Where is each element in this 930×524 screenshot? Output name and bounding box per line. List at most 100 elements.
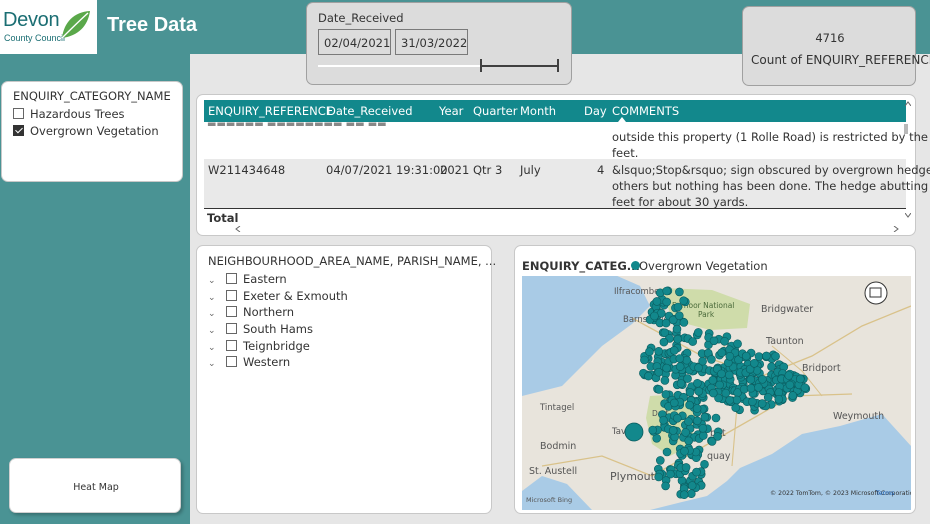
enquiry-dot[interactable] [679, 490, 689, 499]
column-header-date-received[interactable]: Date_Received [327, 104, 413, 118]
slider-end-handle[interactable] [557, 59, 559, 72]
enquiry-dot[interactable] [684, 436, 693, 446]
map-canvas[interactable]: Ilfracombe Exmoor National Park Barnstap… [522, 276, 911, 510]
scroll-down-icon[interactable] [905, 213, 911, 218]
enquiry-dot[interactable] [694, 363, 703, 372]
enquiry-dot[interactable] [774, 395, 784, 404]
enquiry-dot[interactable] [694, 387, 704, 396]
enquiry-dot[interactable] [717, 348, 726, 357]
checkbox-unchecked-icon[interactable] [226, 323, 237, 334]
enquiry-dot[interactable] [763, 393, 773, 402]
enquiry-dot[interactable] [666, 469, 675, 479]
enquiry-dot[interactable] [694, 328, 703, 337]
area-option-northern[interactable]: ⌄ Northern [208, 305, 294, 319]
enquiry-dot[interactable] [699, 431, 708, 440]
enquiry-dot[interactable] [709, 336, 719, 346]
enquiry-dot[interactable] [784, 371, 794, 380]
chevron-down-icon[interactable]: ⌄ [208, 276, 220, 286]
enquiry-dot[interactable] [725, 352, 735, 361]
category-option-overgrown-vegetation[interactable]: Overgrown Vegetation [13, 124, 159, 138]
column-header-year[interactable]: Year [439, 104, 463, 118]
enquiry-dot[interactable] [648, 425, 657, 435]
end-date-input[interactable]: 31/03/2022 [395, 29, 468, 55]
column-header-quarter[interactable]: Quarter [473, 104, 517, 118]
enquiry-dot[interactable] [670, 398, 679, 408]
enquiry-dot[interactable] [650, 311, 659, 321]
focus-mode-icon[interactable] [864, 281, 888, 305]
enquiry-dot[interactable] [754, 352, 764, 361]
enquiry-dot[interactable] [675, 362, 685, 371]
enquiry-dot[interactable] [654, 367, 663, 377]
vertical-scrollbar-thumb[interactable] [904, 124, 908, 134]
slider-track-selected[interactable] [481, 65, 559, 67]
enquiry-dot[interactable] [668, 426, 678, 435]
enquiry-dot[interactable] [662, 286, 671, 296]
enquiry-dot[interactable] [654, 385, 664, 394]
terms-link[interactable]: Terms [875, 490, 894, 497]
chevron-down-icon[interactable]: ⌄ [208, 309, 220, 319]
enquiry-dot[interactable] [656, 456, 665, 465]
checkbox-unchecked-icon[interactable] [226, 340, 237, 351]
area-option-teignbridge[interactable]: ⌄ Teignbridge [208, 339, 310, 353]
enquiry-dot[interactable] [687, 481, 697, 490]
slider-track[interactable] [318, 65, 481, 67]
enquiry-dot[interactable] [662, 447, 672, 457]
enquiry-dot[interactable] [672, 324, 682, 334]
enquiry-dot[interactable] [746, 383, 756, 393]
enquiry-dot[interactable] [732, 395, 742, 405]
enquiry-dot[interactable] [752, 366, 762, 375]
enquiry-dot[interactable] [693, 416, 702, 426]
enquiry-dot[interactable] [640, 355, 649, 365]
sort-ascending-icon[interactable] [618, 117, 626, 122]
enquiry-dot[interactable] [692, 467, 701, 477]
checkbox-unchecked-icon[interactable] [13, 108, 24, 119]
date-range-slicer[interactable]: Date_Received 02/04/2021 31/03/2022 [306, 2, 572, 85]
enquiry-dot[interactable] [713, 432, 722, 441]
enquiry-dot[interactable] [654, 472, 663, 482]
heat-map-button[interactable]: Heat Map [9, 458, 181, 513]
category-option-hazardous-trees[interactable]: Hazardous Trees [13, 107, 125, 121]
enquiry-dot[interactable] [698, 424, 708, 433]
enquiry-dot[interactable] [711, 413, 721, 423]
slider-start-handle[interactable] [480, 59, 482, 72]
enquiry-dot[interactable] [660, 376, 670, 385]
enquiry-dot[interactable] [679, 318, 689, 327]
enquiry-dot[interactable] [748, 397, 757, 407]
enquiry-dot[interactable] [688, 337, 697, 346]
enquiry-dot[interactable] [700, 412, 710, 422]
enquiry-dot[interactable] [645, 347, 654, 356]
map-svg[interactable]: Ilfracombe Exmoor National Park Barnstap… [522, 276, 911, 510]
enquiry-dot[interactable] [771, 352, 780, 361]
enquiry-dot[interactable] [795, 374, 805, 384]
area-option-exeter-exmouth[interactable]: ⌄ Exeter & Exmouth [208, 289, 348, 303]
enquiry-dot[interactable] [652, 297, 662, 306]
enquiry-dot[interactable] [707, 355, 716, 364]
enquiry-dot[interactable] [750, 359, 759, 368]
enquiry-dot[interactable] [788, 391, 798, 400]
checkbox-checked-icon[interactable] [13, 125, 24, 136]
checkbox-unchecked-icon[interactable] [226, 290, 237, 301]
enquiry-dot[interactable] [685, 400, 694, 410]
column-header-day[interactable]: Day [584, 104, 607, 118]
enquiry-dot[interactable] [673, 302, 683, 312]
enquiry-dot[interactable] [700, 460, 709, 469]
enquiry-dot[interactable] [692, 404, 702, 413]
enquiry-dot[interactable] [669, 346, 679, 355]
horizontal-scrollbar[interactable] [207, 226, 905, 232]
enquiry-dot[interactable] [717, 369, 726, 379]
enquiry-dot[interactable] [800, 383, 810, 392]
enquiry-dot[interactable] [684, 417, 693, 426]
enquiry-dot[interactable] [662, 363, 671, 373]
enquiry-dot[interactable] [708, 375, 718, 385]
enquiry-dot[interactable] [709, 388, 718, 398]
enquiry-dot[interactable] [757, 399, 767, 408]
chevron-down-icon[interactable]: ⌄ [208, 343, 220, 353]
column-header-comments[interactable]: COMMENTS [612, 104, 679, 118]
enquiry-dot[interactable] [654, 347, 663, 356]
start-date-input[interactable]: 02/04/2021 [318, 29, 391, 55]
chevron-down-icon[interactable]: ⌄ [208, 359, 220, 369]
checkbox-unchecked-icon[interactable] [226, 306, 237, 317]
enquiry-dot[interactable] [661, 390, 671, 399]
scroll-left-icon[interactable] [235, 226, 241, 232]
enquiry-dot[interactable] [681, 428, 690, 437]
